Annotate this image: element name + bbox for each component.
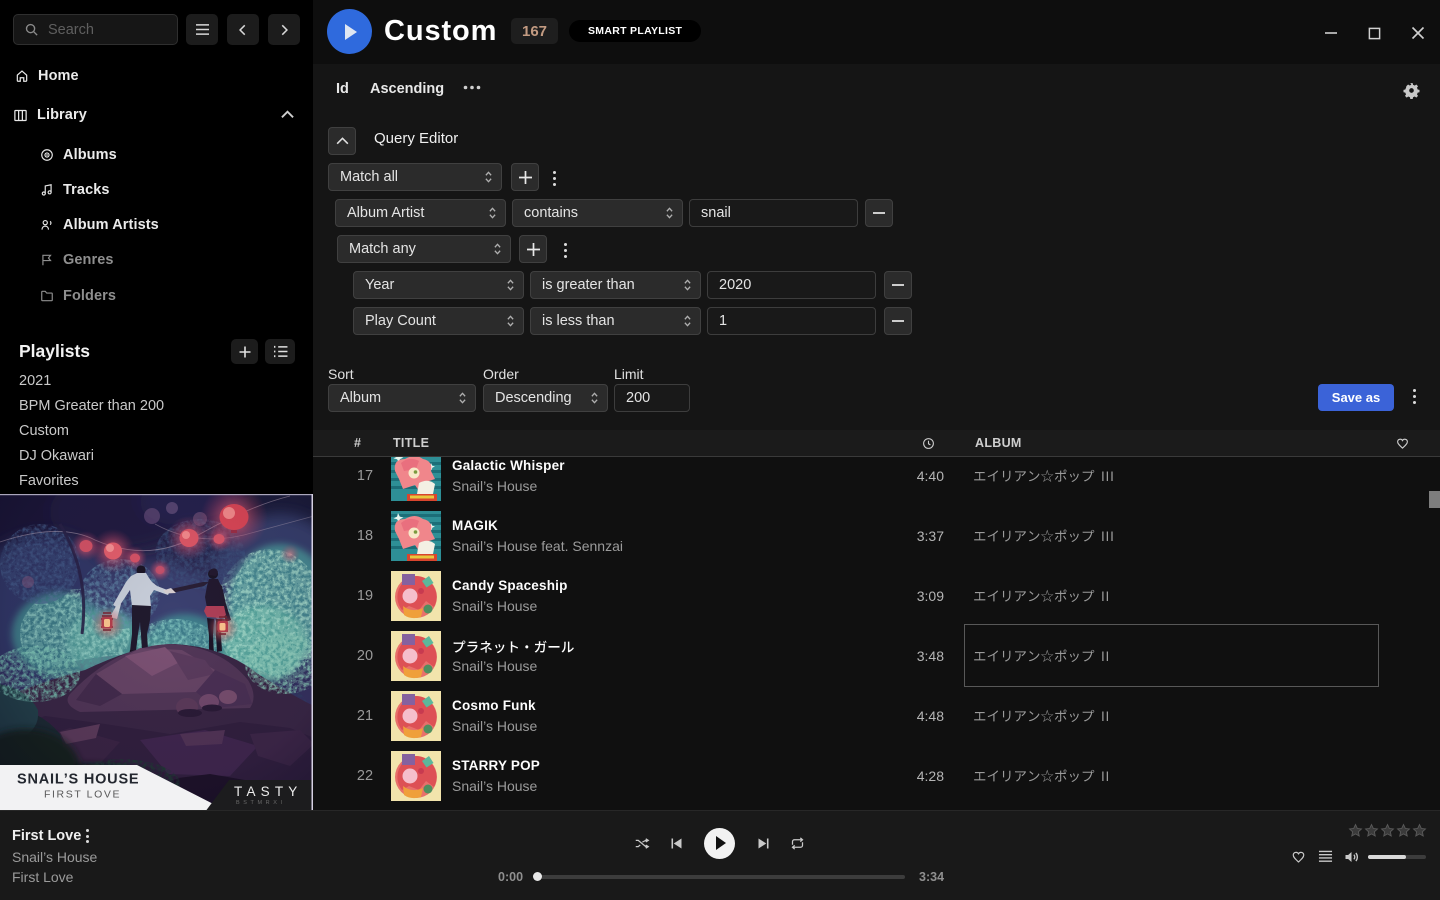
- svg-text:TASTY: TASTY: [234, 784, 303, 799]
- svg-text:SNAIL’S HOUSE: SNAIL’S HOUSE: [17, 772, 139, 788]
- svg-text:FIRST LOVE: FIRST LOVE: [44, 789, 121, 801]
- svg-text:BSTMRXI: BSTMRXI: [236, 800, 286, 806]
